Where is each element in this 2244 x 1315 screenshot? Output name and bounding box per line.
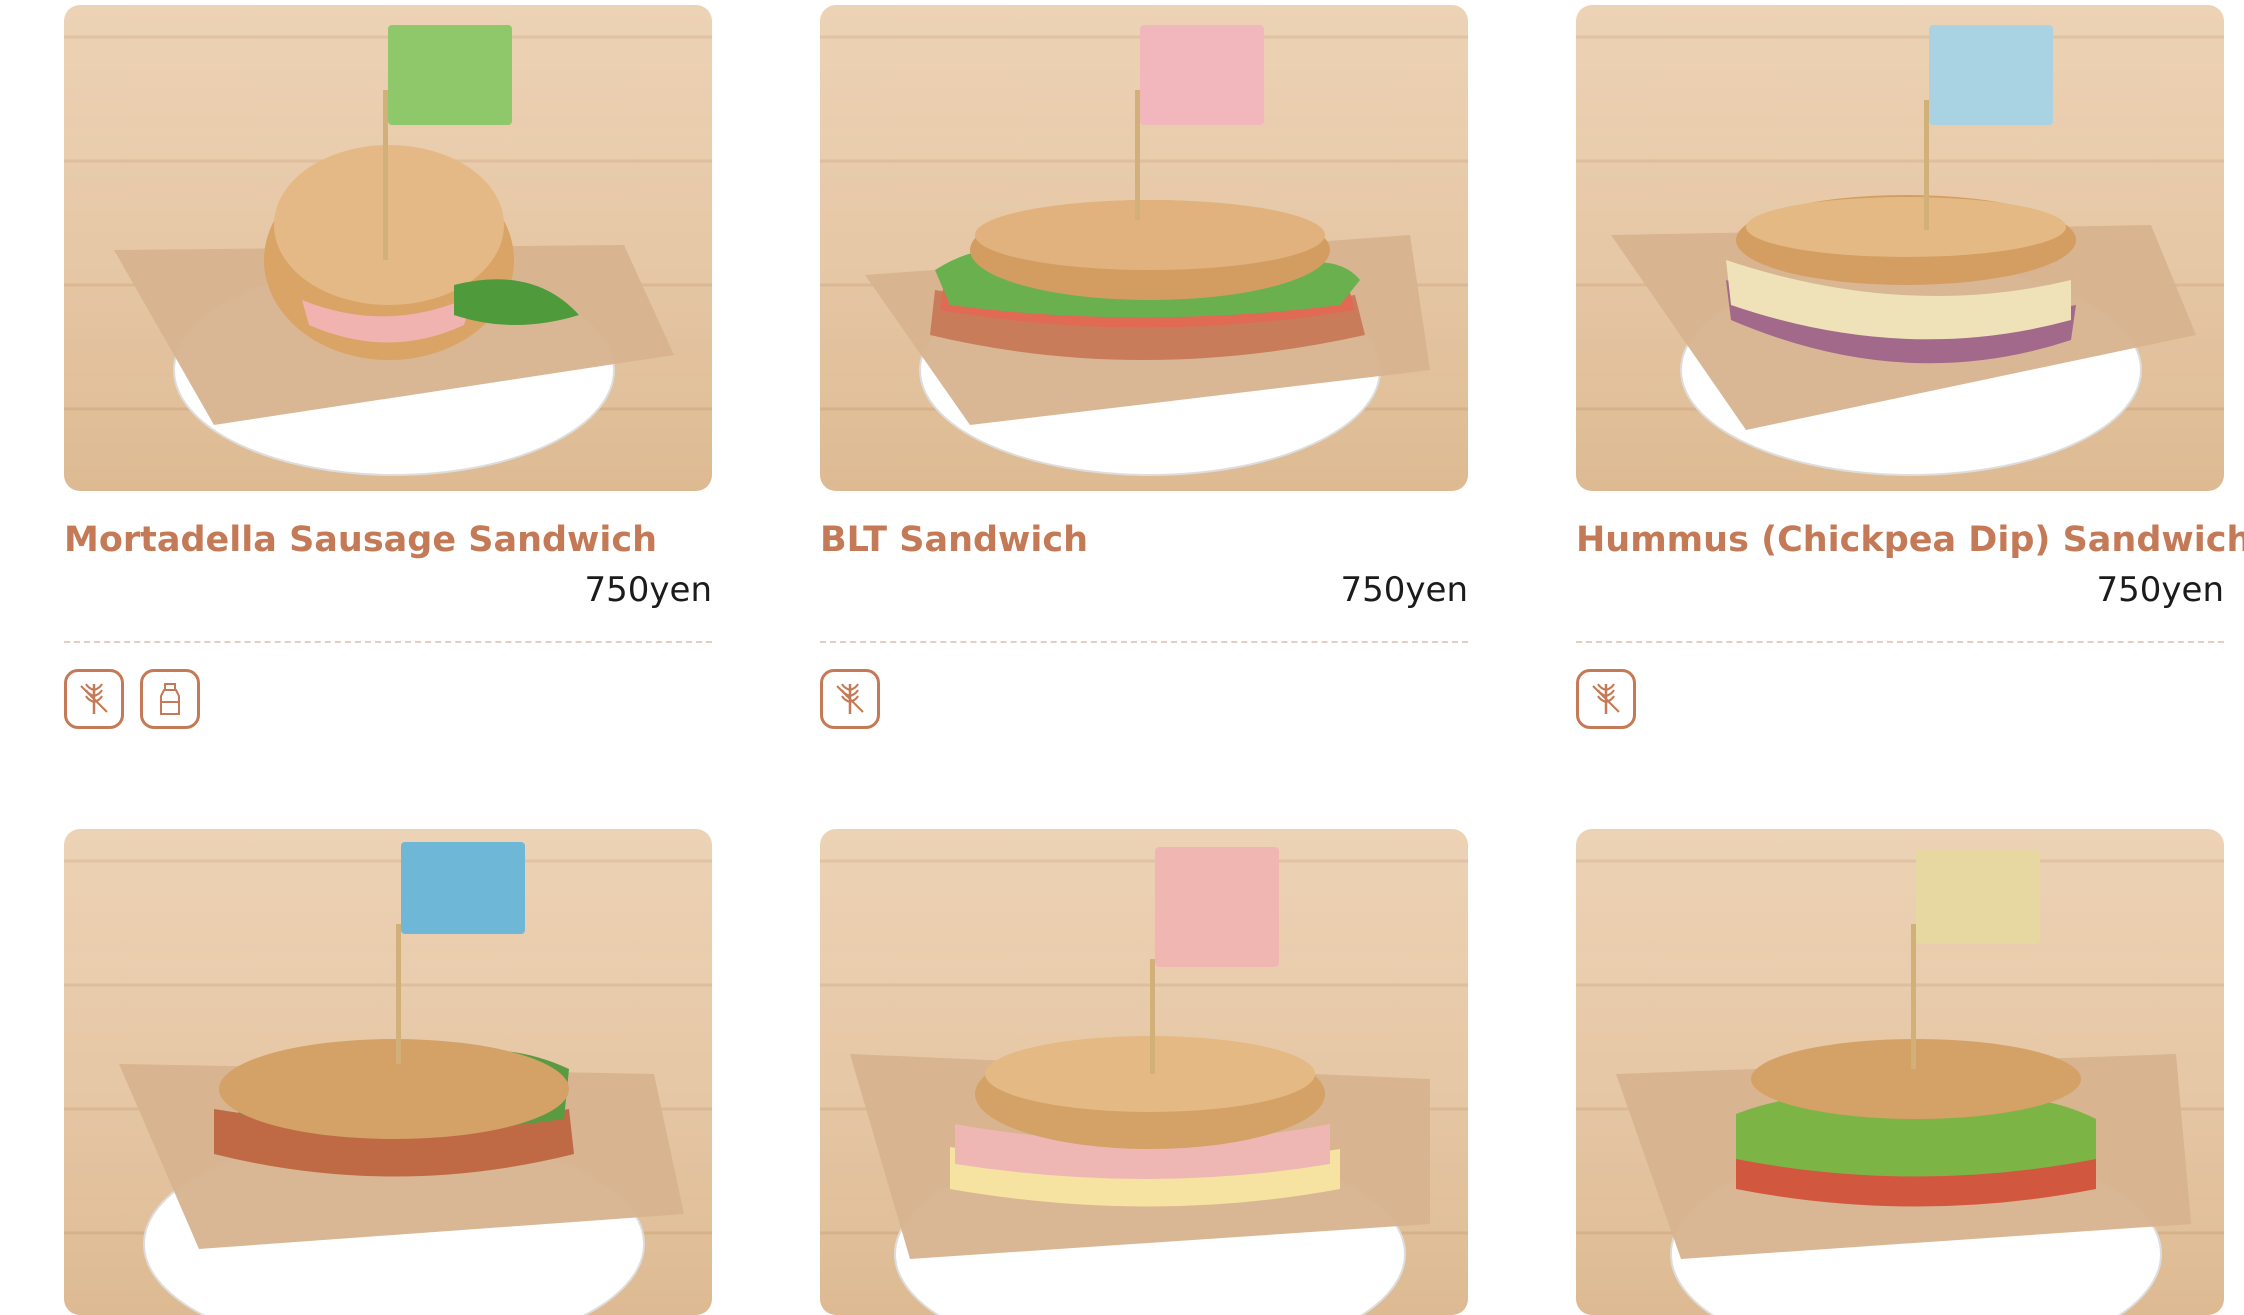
sandwich-illustration xyxy=(865,25,1430,476)
flag xyxy=(1140,25,1264,125)
item-name[interactable]: Hummus (Chickpea Dip) Sandwich xyxy=(1576,519,2244,561)
flag xyxy=(1155,847,1279,967)
sandwich-photo[interactable] xyxy=(820,829,1468,1315)
flag xyxy=(401,842,525,934)
menu-card-mortadella[interactable]: Mortadella Sausage Sandwich 750yen xyxy=(64,5,712,729)
sandwich-photo[interactable] xyxy=(1576,5,2224,491)
menu-card-hummus[interactable]: Hummus (Chickpea Dip) Sandwich 750yen xyxy=(1576,5,2244,729)
sandwich-illustration xyxy=(850,847,1430,1315)
sandwich-illustration xyxy=(119,842,684,1315)
allergen-list xyxy=(1576,669,2224,729)
sandwich-photo[interactable] xyxy=(64,5,712,491)
flag xyxy=(1916,849,2040,944)
sandwich-photo[interactable] xyxy=(1576,829,2224,1315)
sandwich-illustration xyxy=(114,25,674,476)
menu-card-blt[interactable]: BLT Sandwich 750yen xyxy=(820,5,1468,729)
menu-card-4[interactable] xyxy=(64,829,712,1315)
sandwich-illustration xyxy=(1616,849,2191,1315)
divider xyxy=(64,641,712,643)
milk-icon xyxy=(140,669,200,729)
wheat-icon xyxy=(1576,669,1636,729)
divider xyxy=(1576,641,2224,643)
item-name[interactable]: Mortadella Sausage Sandwich xyxy=(64,519,712,561)
item-price: 750yen xyxy=(1340,570,1468,610)
sandwich-illustration xyxy=(1611,25,2196,476)
allergen-list xyxy=(64,669,712,729)
sandwich-photo[interactable] xyxy=(64,829,712,1315)
flag xyxy=(1929,25,2053,125)
divider xyxy=(820,641,1468,643)
wheat-icon xyxy=(820,669,880,729)
menu-card-5[interactable] xyxy=(820,829,1468,1315)
menu-card-6[interactable] xyxy=(1576,829,2224,1315)
item-price: 750yen xyxy=(584,570,712,610)
item-price: 750yen xyxy=(2096,570,2224,610)
allergen-list xyxy=(820,669,1468,729)
sandwich-photo[interactable] xyxy=(820,5,1468,491)
flag xyxy=(388,25,512,125)
item-name[interactable]: BLT Sandwich xyxy=(820,519,1468,561)
wheat-icon xyxy=(64,669,124,729)
